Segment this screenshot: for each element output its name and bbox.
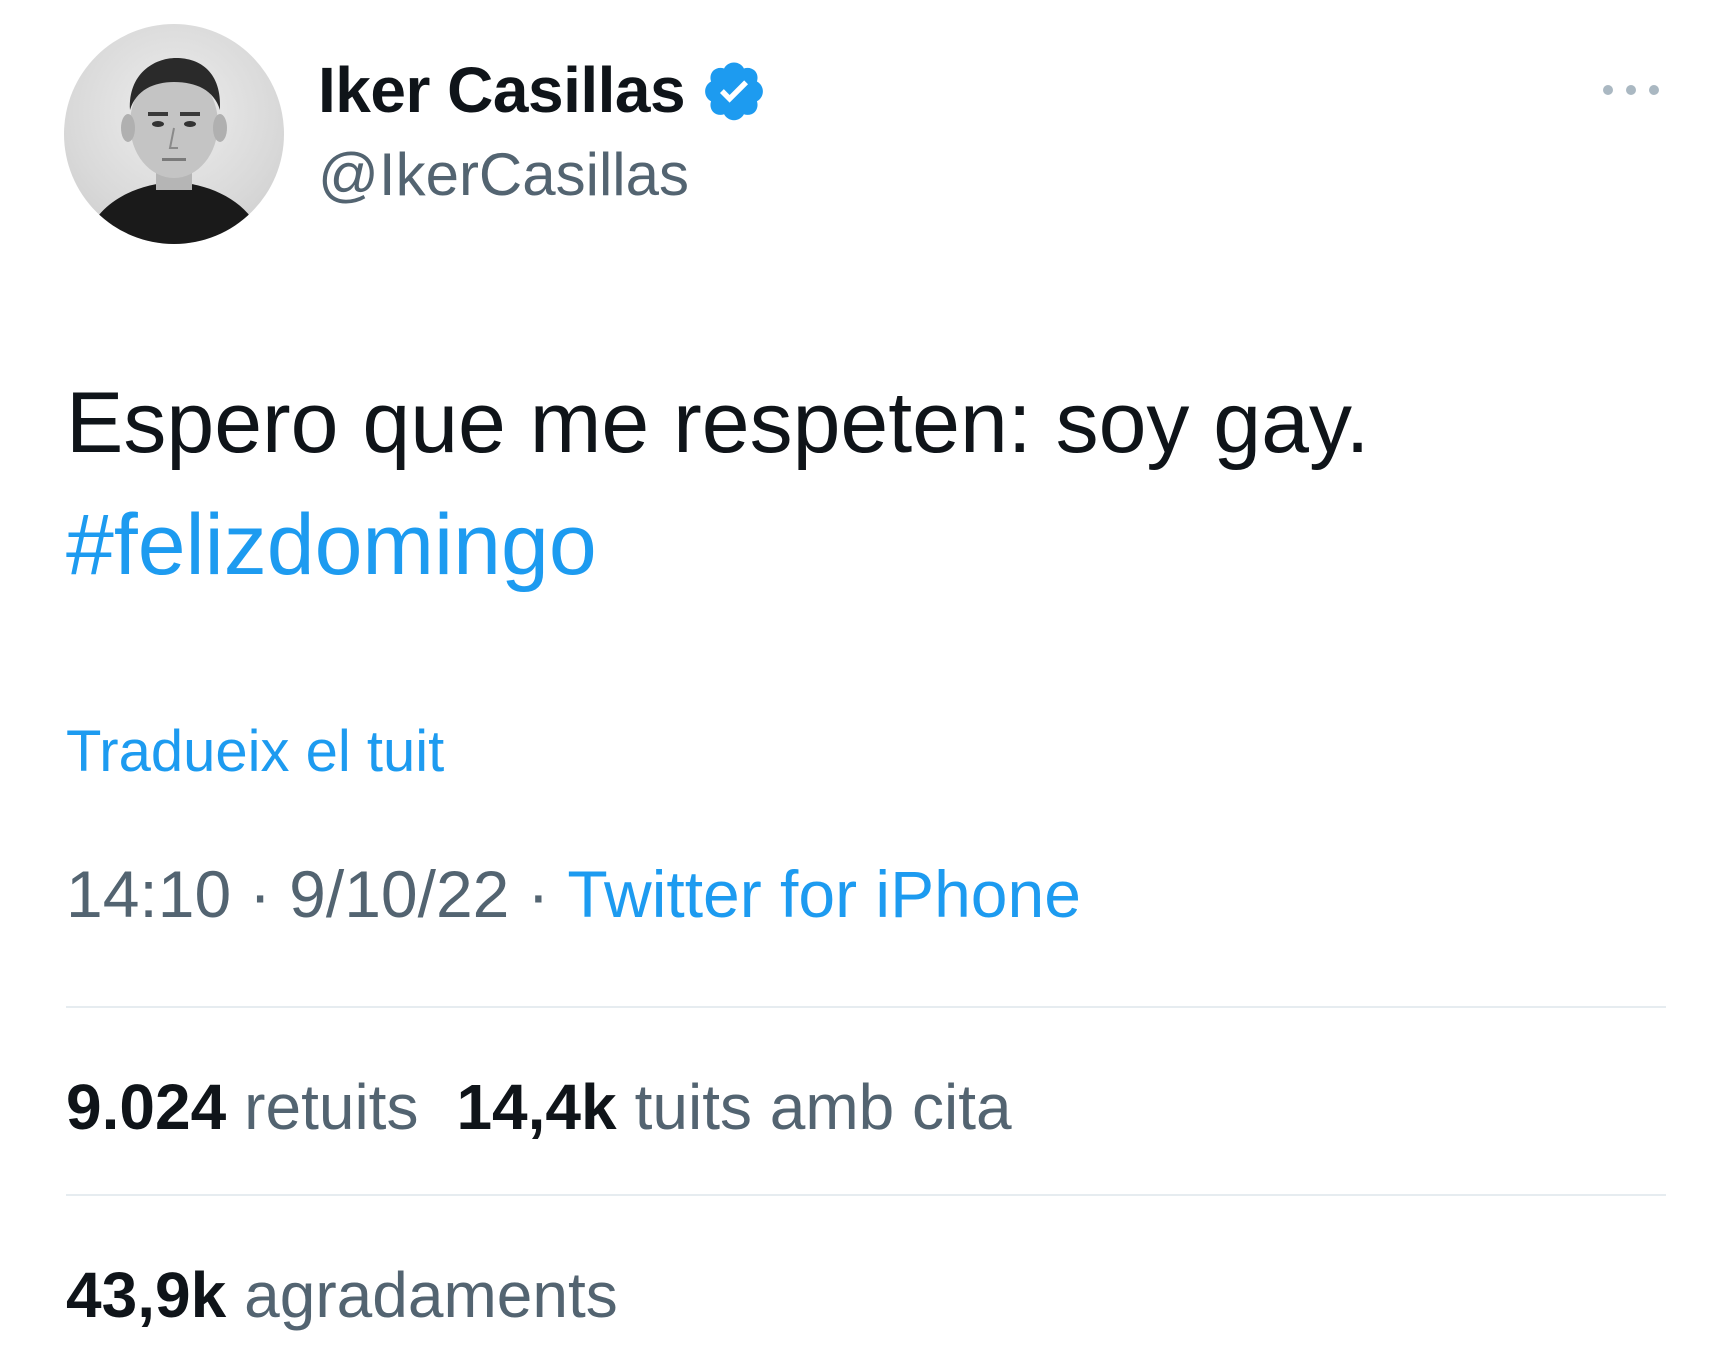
- likes-stats-row: 43,9k agradaments: [66, 1258, 618, 1332]
- tweet-text: Espero que me respeten: soy gay.: [66, 375, 1370, 471]
- tweet-time[interactable]: 14:10: [66, 856, 231, 932]
- meta-separator: ·: [249, 857, 272, 931]
- quote-tweets-stat[interactable]: 14,4k tuits amb cita: [456, 1070, 1011, 1144]
- tweet-metadata: 14:10 · 9/10/22 · Twitter for iPhone: [66, 856, 1081, 932]
- quote-tweets-count: 14,4k: [456, 1071, 617, 1143]
- tweet-source-link[interactable]: Twitter for iPhone: [567, 856, 1081, 932]
- avatar[interactable]: [64, 24, 284, 244]
- tweet-card: Iker Casillas @IkerCasillas Espero que m…: [0, 0, 1726, 1350]
- divider: [66, 1194, 1666, 1196]
- retweets-stat[interactable]: 9.024 retuits: [66, 1070, 418, 1144]
- translate-tweet-link[interactable]: Tradueix el tuit: [66, 718, 444, 785]
- likes-label: agradaments: [244, 1259, 618, 1331]
- author-display-name[interactable]: Iker Casillas: [318, 53, 686, 127]
- tweet-date[interactable]: 9/10/22: [289, 856, 509, 932]
- retweets-count: 9.024: [66, 1071, 227, 1143]
- engagement-stats-row: 9.024 retuits 14,4k tuits amb cita: [66, 1070, 1012, 1144]
- likes-stat[interactable]: 43,9k agradaments: [66, 1258, 618, 1332]
- meta-separator: ·: [527, 857, 550, 931]
- quote-tweets-label: tuits amb cita: [634, 1071, 1012, 1143]
- avatar-portrait-image: [84, 58, 264, 244]
- verified-badge-icon: [701, 57, 767, 123]
- retweets-label: retuits: [244, 1071, 419, 1143]
- hashtag-link[interactable]: #felizdomingo: [66, 484, 597, 606]
- divider: [66, 1006, 1666, 1008]
- author-name-row: Iker Casillas: [318, 50, 767, 130]
- author-handle[interactable]: @IkerCasillas: [318, 140, 689, 209]
- more-options-icon[interactable]: [1596, 70, 1666, 110]
- likes-count: 43,9k: [66, 1259, 227, 1331]
